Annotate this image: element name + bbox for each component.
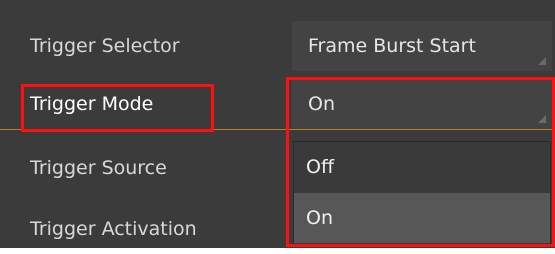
trigger-source-label: Trigger Source: [30, 157, 167, 179]
trigger-mode-dropdown[interactable]: On: [292, 79, 552, 129]
trigger-mode-value: On: [308, 93, 335, 115]
resize-grip-icon: [538, 57, 546, 65]
resize-grip-icon: [538, 115, 546, 123]
property-panel: Trigger Selector Frame Burst Start Trigg…: [0, 0, 555, 248]
trigger-selector-value: Frame Burst Start: [308, 35, 476, 57]
trigger-selector-label: Trigger Selector: [30, 35, 180, 57]
option-on-label: On: [306, 207, 333, 229]
trigger-mode-options-list: Off On: [293, 141, 551, 245]
trigger-activation-label: Trigger Activation: [30, 218, 197, 240]
option-off-label: Off: [306, 156, 335, 178]
selected-row-underline: [0, 129, 555, 130]
trigger-mode-label: Trigger Mode: [30, 93, 154, 115]
option-off[interactable]: Off: [294, 142, 550, 192]
trigger-selector-dropdown[interactable]: Frame Burst Start: [292, 21, 552, 71]
option-on[interactable]: On: [294, 193, 550, 243]
